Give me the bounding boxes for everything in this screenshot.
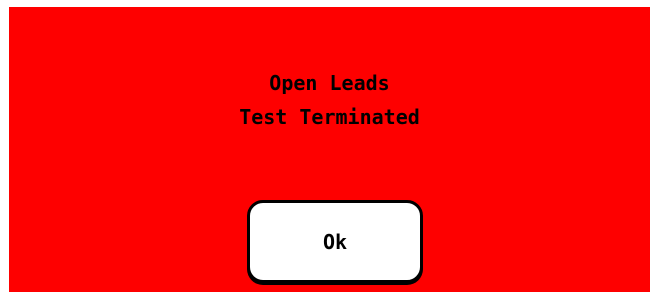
screen: Open Leads Test Terminated Ok [0, 0, 653, 292]
ok-button-label: Ok [322, 229, 348, 254]
alert-message: Open Leads Test Terminated [9, 66, 650, 134]
message-line-1: Open Leads [269, 71, 390, 95]
alert-dialog: Open Leads Test Terminated Ok [9, 7, 650, 292]
message-line-2: Test Terminated [239, 105, 420, 129]
ok-button[interactable]: Ok [247, 200, 423, 283]
